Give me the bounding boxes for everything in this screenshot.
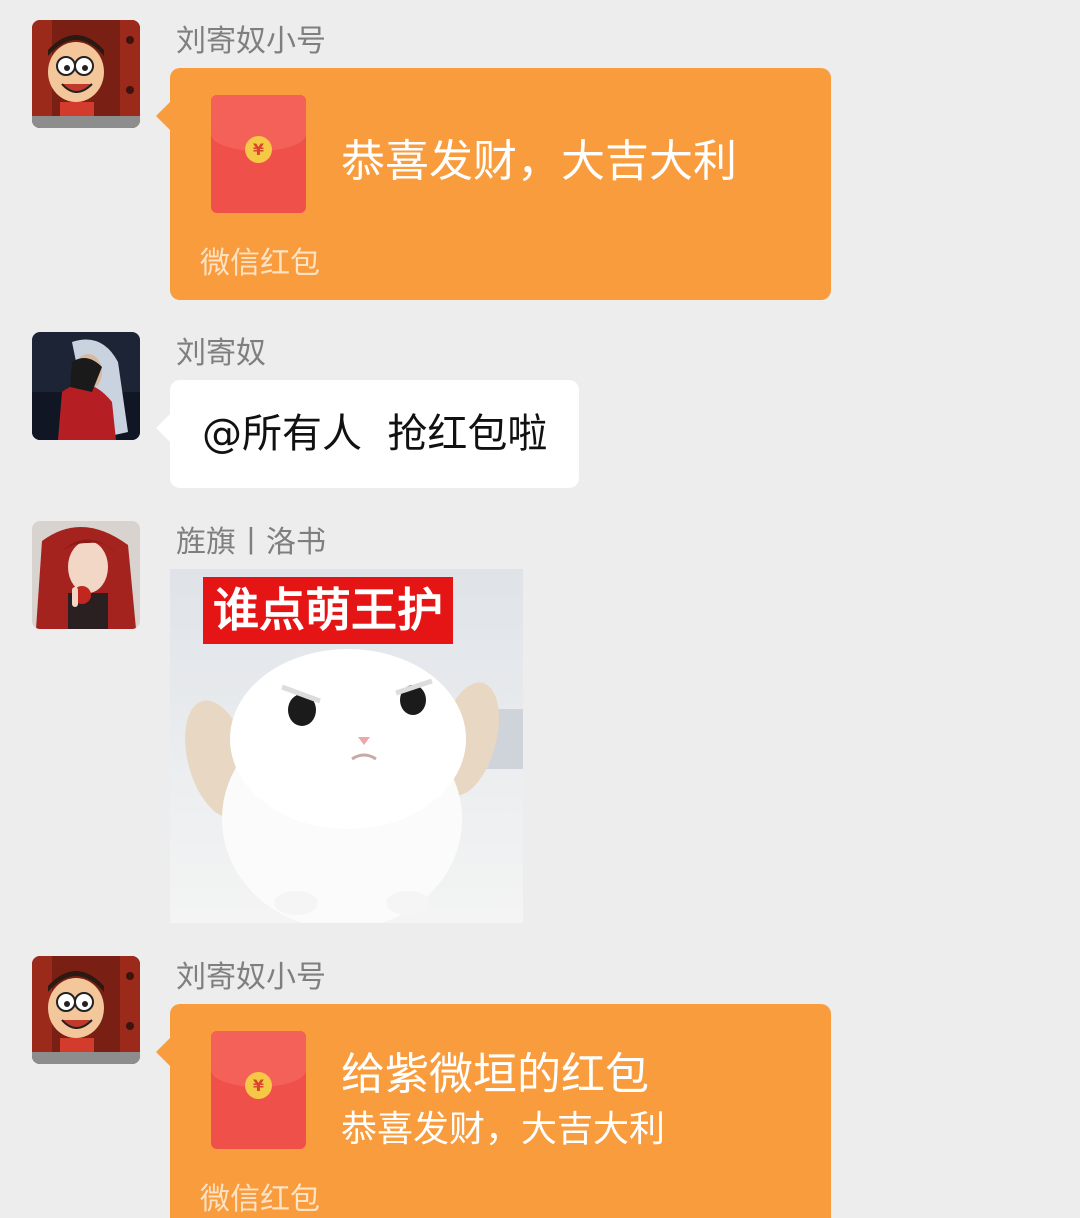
sender-name: 刘寄奴 [176,336,266,371]
text-message-bubble[interactable]: @所有人 抢红包啦 [155,380,580,488]
red-packet-title: 给紫微垣的红包 [341,1049,649,1100]
red-packet-title: 恭喜发财，大吉大利 [341,136,737,187]
avatar[interactable] [32,20,140,128]
sender-name: 旌旗丨洛书 [176,525,326,560]
sticker-image[interactable]: 谁点萌王护 [170,569,523,923]
chat-message-list[interactable]: 刘寄奴小号 ¥ 恭喜发财，大吉大利 微信红包 刘寄奴 @所有人 抢红包啦 旌旗丨… [0,0,1080,1218]
red-packet-bubble[interactable]: ¥ 恭喜发财，大吉大利 微信红包 [156,68,831,300]
yuan-coin-icon: ¥ [245,1072,272,1099]
avatar[interactable] [32,956,140,1064]
yuan-coin-icon: ¥ [245,136,272,163]
red-packet-bubble[interactable]: ¥ 给紫微垣的红包 恭喜发财，大吉大利 微信红包 [156,1004,831,1218]
sender-name: 刘寄奴小号 [176,960,326,995]
cartoon-avatar-icon [32,956,140,1064]
red-envelope-icon: ¥ [211,95,306,213]
red-packet-greeting: 恭喜发财，大吉大利 [341,1109,666,1150]
cartoon-avatar-icon [32,20,140,128]
avatar[interactable] [32,332,140,440]
red-envelope-icon: ¥ [211,1031,306,1149]
red-packet-footer: 微信红包 [200,1182,320,1217]
sender-name: 刘寄奴小号 [176,24,326,59]
avatar[interactable] [32,521,140,629]
red-packet-footer: 微信红包 [200,246,320,281]
portrait-avatar-icon [32,521,140,629]
anime-avatar-icon [32,332,140,440]
sticker-caption: 谁点萌王护 [203,577,453,644]
